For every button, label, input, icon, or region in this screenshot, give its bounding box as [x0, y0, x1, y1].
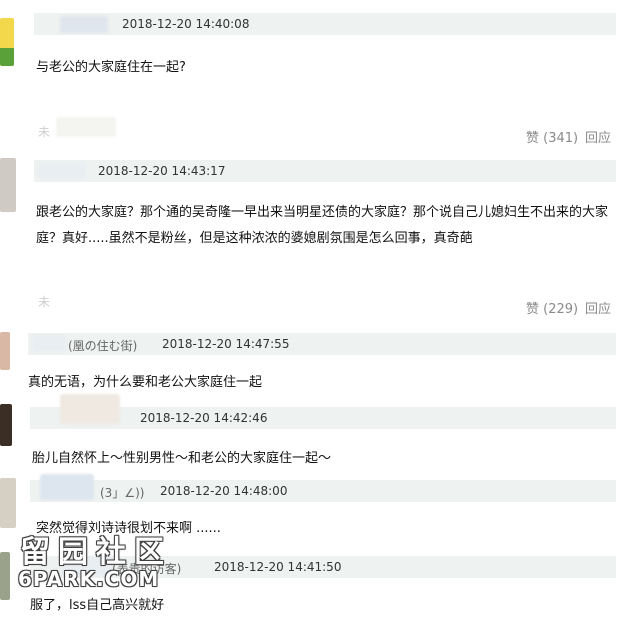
avatar[interactable] — [0, 158, 16, 212]
avatar[interactable] — [0, 332, 10, 370]
timestamp: 2018-12-20 14:40:08 — [122, 17, 250, 31]
timestamp: 2018-12-20 14:47:55 — [162, 337, 290, 351]
reply-preview-blurred — [56, 117, 116, 137]
username[interactable]: (凰の住む街) — [68, 337, 137, 354]
username-blurred[interactable] — [60, 394, 120, 424]
watermark-url: 6PARK.COM — [18, 567, 160, 591]
username-blurred[interactable] — [38, 162, 86, 179]
username[interactable]: (3」∠)) — [100, 484, 144, 501]
username-blurred[interactable] — [40, 474, 94, 500]
like-button[interactable]: 赞 (341) — [526, 127, 578, 146]
username-blurred[interactable] — [32, 335, 66, 352]
comment-text: 真的无语，为什么要和老公大家庭住一起 — [28, 375, 263, 390]
comment-text: 跟老公的大家庭？那个通的吴奇隆一早出来当明星还债的大家庭？那个说自己儿媳妇生不出… — [36, 205, 609, 246]
avatar[interactable] — [0, 404, 12, 446]
reply-button[interactable]: 回应 — [585, 298, 611, 317]
reply-button[interactable]: 回应 — [585, 127, 611, 146]
timestamp: 2018-12-20 14:48:00 — [160, 484, 288, 498]
avatar[interactable] — [0, 552, 10, 600]
comment-text: 胎儿自然怀上～性别男性～和老公的大家庭住一起～ — [32, 451, 332, 466]
watermark-logo: 留园社区 — [20, 535, 172, 570]
timestamp: 2018-12-20 14:42:46 — [140, 411, 268, 425]
username-blurred[interactable] — [60, 16, 108, 33]
avatar[interactable] — [0, 478, 16, 528]
avatar[interactable] — [0, 18, 14, 66]
comment-text: 与老公的大家庭住在一起? — [36, 60, 186, 75]
quote-marker: 未 — [38, 125, 51, 139]
comment-text: 服了，lss自己高兴就好 — [30, 598, 165, 613]
timestamp: 2018-12-20 14:41:50 — [214, 560, 342, 574]
timestamp: 2018-12-20 14:43:17 — [98, 164, 226, 178]
quote-marker: 未 — [38, 295, 51, 309]
like-button[interactable]: 赞 (229) — [526, 298, 578, 317]
